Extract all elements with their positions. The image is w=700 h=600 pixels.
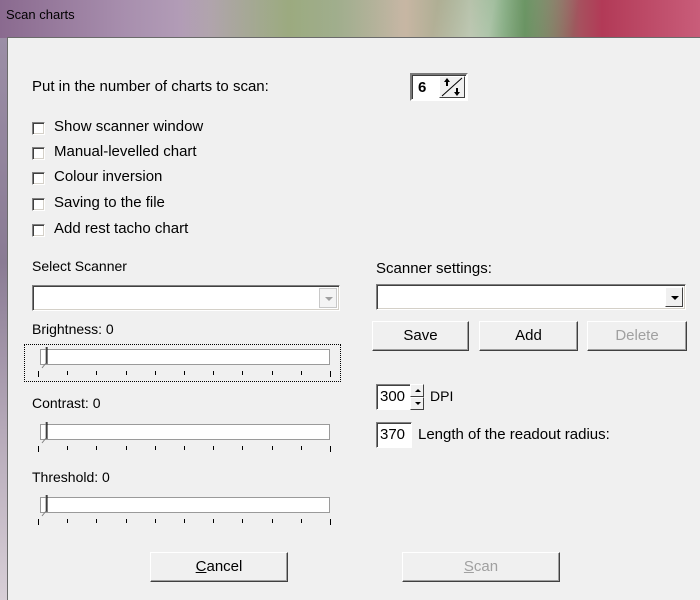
scanner-settings-select[interactable] — [376, 284, 686, 310]
slider-tick — [301, 371, 302, 375]
brightness-label: Brightness: 0 — [32, 321, 114, 337]
slider-tick — [301, 446, 302, 450]
window-title: Scan charts — [6, 7, 75, 22]
title-bar-decoration — [180, 0, 400, 38]
checkbox-label: Add rest tacho chart — [54, 220, 189, 237]
slider-tick — [301, 519, 302, 523]
dpi-value[interactable]: 300 — [380, 388, 405, 405]
scanner-settings-dropdown-button[interactable] — [665, 287, 683, 307]
charts-count-label: Put in the number of charts to scan: — [32, 78, 269, 95]
arrow-up-icon — [415, 389, 421, 392]
slider-tick — [213, 371, 214, 375]
brightness-slider[interactable] — [40, 347, 330, 369]
checkbox-label: Show scanner window — [54, 118, 204, 135]
contrast-ticks — [38, 446, 332, 452]
title-bar[interactable]: Scan charts — [0, 0, 700, 38]
slider-thumb[interactable] — [40, 495, 48, 517]
slider-tick — [330, 371, 331, 377]
save-settings-button[interactable]: Save — [372, 321, 469, 351]
checkbox[interactable] — [32, 198, 45, 211]
scanner-settings-label: Scanner settings: — [376, 260, 492, 277]
contrast-slider[interactable] — [40, 422, 330, 444]
slider-tick — [272, 371, 273, 375]
add-settings-button[interactable]: Add — [479, 321, 578, 351]
chevron-down-icon — [325, 297, 333, 301]
readout-radius-label: Length of the readout radius: — [418, 426, 610, 443]
scan-label: can — [473, 558, 499, 575]
chevron-down-icon — [671, 296, 679, 300]
charts-count-spinner[interactable]: 6 — [410, 73, 468, 101]
slider-tick — [242, 519, 243, 523]
slider-tick — [67, 371, 68, 375]
checkbox[interactable] — [32, 224, 45, 237]
checkbox-label: Colour inversion — [54, 168, 163, 185]
charts-count-value[interactable]: 6 — [418, 79, 426, 96]
readout-radius-value[interactable]: 370 — [380, 426, 405, 443]
cancel-button[interactable]: Cancel — [150, 552, 288, 582]
slider-tick — [96, 371, 97, 375]
dpi-down-button[interactable] — [410, 397, 424, 410]
contrast-label: Contrast: 0 — [32, 395, 101, 411]
scan-button[interactable]: Scan — [402, 552, 560, 582]
dpi-input[interactable]: 300 — [376, 384, 412, 410]
dpi-label: DPI — [430, 388, 454, 404]
updown-arrows-icon — [441, 77, 463, 97]
slider-tick — [330, 446, 331, 452]
delete-settings-button[interactable]: Delete — [587, 321, 687, 351]
readout-radius-input[interactable]: 370 — [376, 422, 412, 448]
slider-tick — [184, 446, 185, 450]
dpi-up-button[interactable] — [410, 384, 424, 397]
slider-tick — [184, 371, 185, 375]
slider-tick — [242, 446, 243, 450]
charts-count-updown[interactable] — [439, 76, 465, 98]
slider-tick — [38, 519, 39, 525]
cancel-accelerator: C — [195, 558, 207, 575]
slider-tick — [272, 519, 273, 523]
slider-tick — [155, 519, 156, 523]
slider-tick — [96, 446, 97, 450]
checkbox-label: Manual-levelled chart — [54, 143, 197, 160]
checkbox[interactable] — [32, 147, 45, 160]
slider-tick — [330, 519, 331, 525]
slider-tick — [126, 446, 127, 450]
dpi-updown[interactable] — [410, 384, 424, 410]
select-scanner-label: Select Scanner — [32, 258, 127, 274]
threshold-slider[interactable] — [40, 495, 330, 517]
slider-tick — [38, 446, 39, 452]
scan-charts-window: Scan charts Put in the number of charts … — [0, 0, 700, 600]
arrow-down-icon — [415, 402, 421, 405]
scan-accelerator: S — [463, 558, 474, 575]
brightness-ticks — [38, 371, 332, 377]
slider-tick — [155, 446, 156, 450]
slider-tick — [213, 519, 214, 523]
slider-tick — [155, 371, 156, 375]
slider-tick — [126, 519, 127, 523]
threshold-label: Threshold: 0 — [32, 469, 110, 485]
slider-thumb[interactable] — [40, 347, 48, 369]
slider-tick — [96, 519, 97, 523]
checkbox-label: Saving to the file — [54, 194, 165, 211]
slider-tick — [67, 519, 68, 523]
slider-thumb[interactable] — [40, 422, 48, 444]
checkbox[interactable] — [32, 172, 45, 185]
slider-tick — [67, 446, 68, 450]
cancel-label: ancel — [206, 558, 243, 575]
slider-tick — [38, 371, 39, 377]
title-bar-decoration — [470, 0, 580, 38]
slider-tick — [126, 371, 127, 375]
checkbox[interactable] — [32, 122, 45, 135]
slider-tick — [242, 371, 243, 375]
scanner-select[interactable] — [32, 285, 340, 311]
threshold-ticks — [38, 519, 332, 525]
slider-tick — [272, 446, 273, 450]
slider-tick — [184, 519, 185, 523]
scanner-dropdown-button[interactable] — [319, 288, 337, 308]
slider-tick — [213, 446, 214, 450]
